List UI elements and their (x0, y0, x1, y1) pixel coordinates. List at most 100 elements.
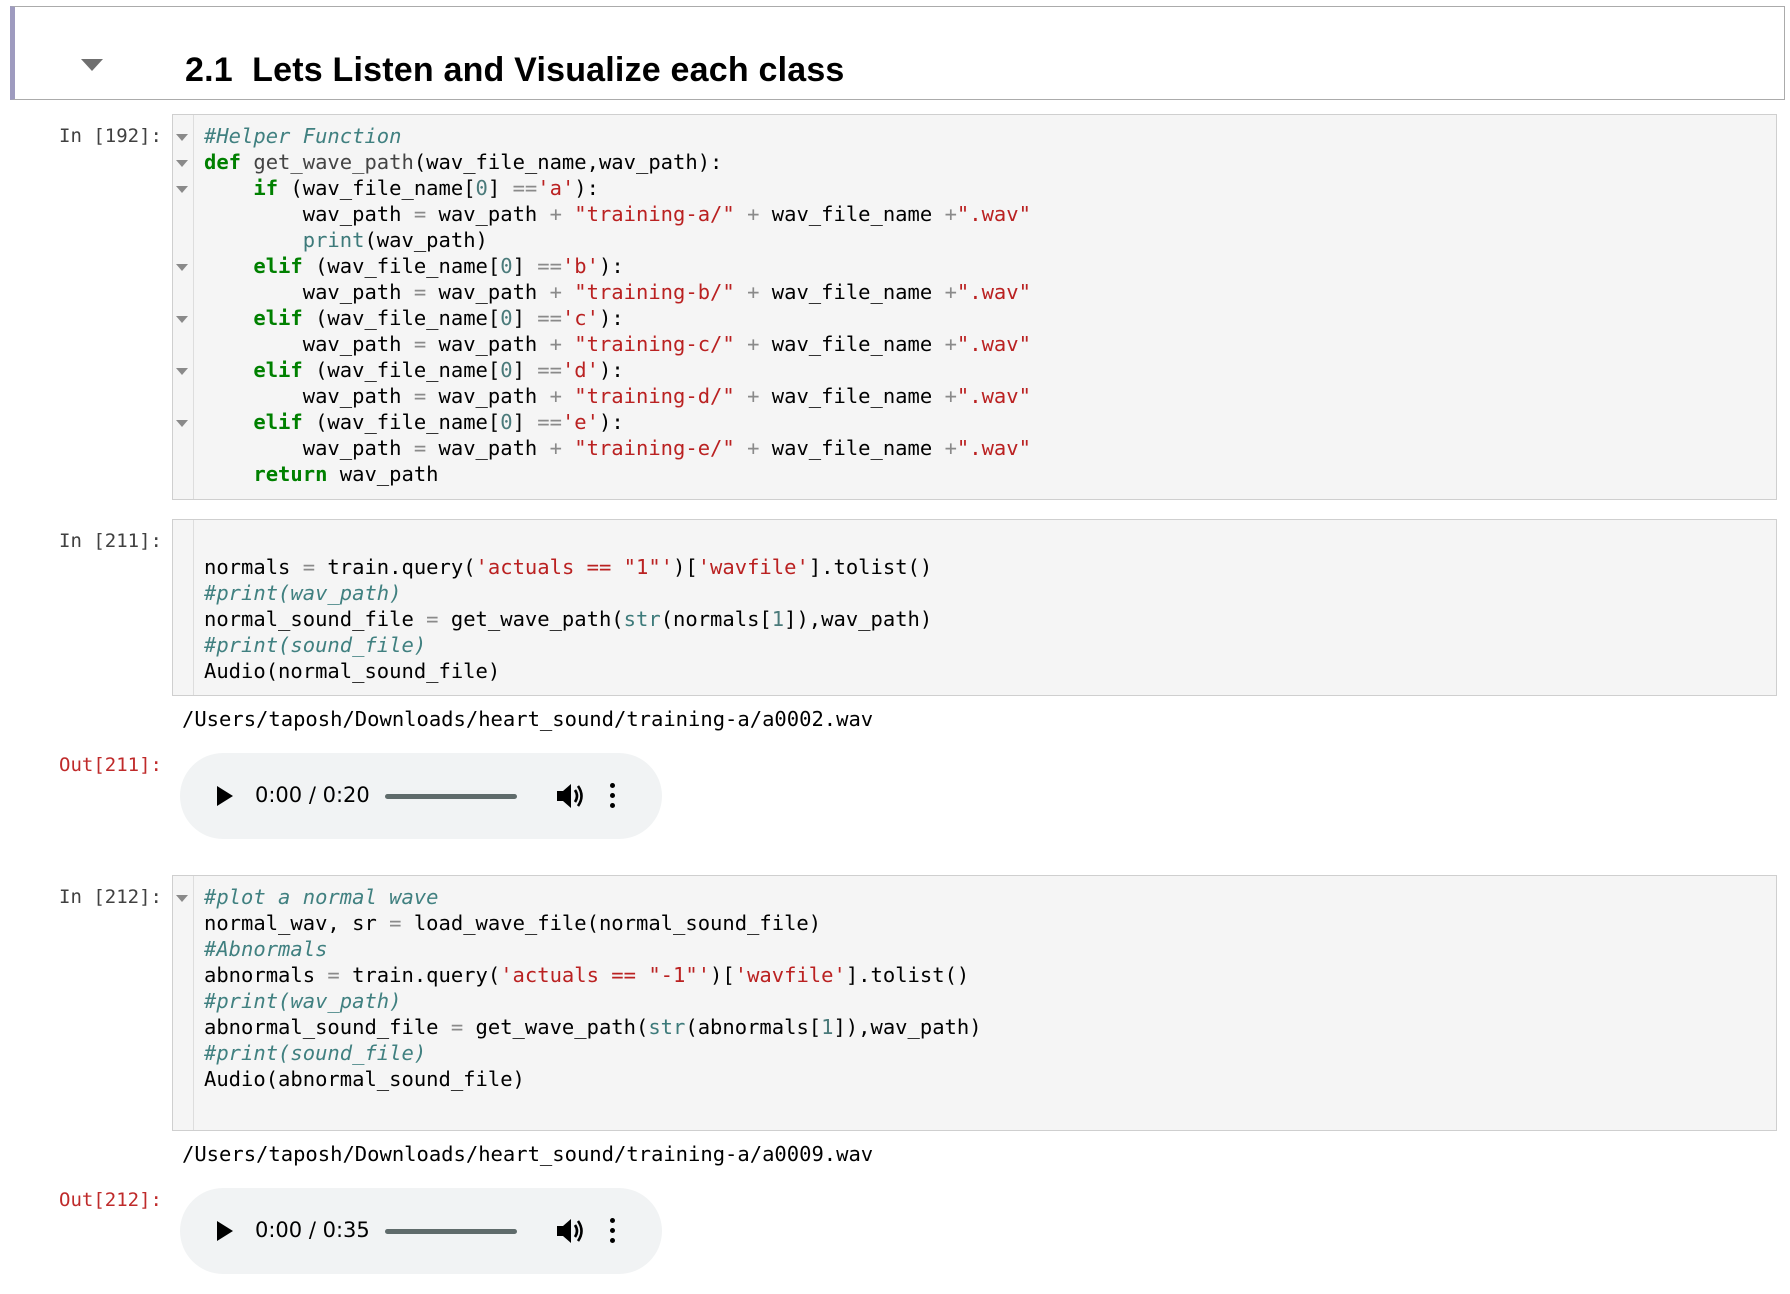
code-token: "training-a/" (574, 202, 735, 226)
code-token: wav_path (426, 384, 550, 408)
code-token: (wav_file_name[ (302, 410, 501, 434)
code-line: normals = train.query('actuals == "1"')[… (204, 554, 932, 580)
section-title: 2.1 Lets Listen and Visualize each class (185, 51, 845, 89)
code-token: "training-b/" (574, 280, 735, 304)
fold-arrow-icon[interactable] (176, 895, 188, 902)
seek-bar[interactable] (385, 1229, 517, 1234)
code-editor[interactable]: normals = train.query('actuals == "1"')[… (204, 528, 932, 684)
audio-player[interactable]: 0:00 / 0:20 (180, 753, 662, 839)
markdown-header-cell[interactable]: 2.1 Lets Listen and Visualize each class (10, 6, 1785, 100)
code-cell-192[interactable]: #Helper Function def get_wave_path(wav_fi… (172, 114, 1777, 500)
code-token: elif (253, 254, 303, 278)
code-token: (wav_file_name[ (302, 254, 501, 278)
code-token: ): (598, 306, 624, 330)
code-token: + (747, 202, 760, 226)
code-token: str (623, 607, 661, 631)
input-prompt: In [212]: (59, 886, 162, 908)
fold-arrow-icon[interactable] (176, 368, 188, 375)
code-token: 'actuals == "-1"' (500, 963, 711, 987)
code-token: + (549, 384, 562, 408)
code-token: str (648, 1015, 686, 1039)
code-token: + (944, 202, 957, 226)
volume-icon[interactable] (555, 782, 585, 810)
output-prompt: Out[212]: (59, 1189, 162, 1211)
code-token: wav_file_name (759, 436, 945, 460)
code-token: == (537, 410, 562, 434)
code-cell-211[interactable]: normals = train.query('actuals == "1"')[… (172, 519, 1777, 696)
code-token: + (549, 280, 562, 304)
code-token: #plot a normal wave (204, 885, 439, 909)
code-editor[interactable]: #Helper Function def get_wave_path(wav_fi… (204, 123, 1031, 487)
code-token: (wav_file_name,wav_path): (413, 150, 723, 174)
code-line: wav_path = wav_path + "training-b/" + wa… (204, 279, 1031, 305)
more-vertical-icon[interactable] (609, 1218, 617, 1244)
code-token: #print(sound_file) (204, 1041, 427, 1065)
code-token: ] (512, 410, 538, 434)
fold-gutter (173, 520, 194, 695)
code-token: wav_path (426, 202, 550, 226)
seek-bar[interactable] (385, 794, 517, 799)
code-token: ] (512, 306, 538, 330)
code-token: def (204, 150, 242, 174)
audio-player[interactable]: 0:00 / 0:35 (180, 1188, 662, 1274)
code-token: 0 (500, 306, 513, 330)
code-token: 1 (771, 607, 785, 631)
code-token: get_wave_path (241, 150, 414, 174)
code-token: "training-e/" (574, 436, 735, 460)
code-token: = (413, 332, 427, 356)
code-cell-212[interactable]: #plot a normal wave normal_wav, sr = load… (172, 875, 1777, 1131)
code-editor[interactable]: #plot a normal wave normal_wav, sr = load… (204, 884, 982, 1092)
fold-arrow-icon[interactable] (176, 316, 188, 323)
code-line: abnormal_sound_file = get_wave_path(str(… (204, 1014, 982, 1040)
code-line: normal_wav, sr = load_wave_file(normal_s… (204, 910, 982, 936)
code-token: = (426, 607, 439, 631)
code-token: ].tolist() (845, 963, 970, 987)
code-line: print(wav_path) (204, 227, 1031, 253)
code-token: elif (253, 358, 303, 382)
code-token: = (450, 1015, 464, 1039)
code-token: wav_file_name (759, 384, 945, 408)
code-token: ] (512, 254, 538, 278)
code-token: ] (512, 358, 538, 382)
fold-arrow-icon[interactable] (176, 420, 188, 427)
code-token: ): (598, 410, 624, 434)
code-token: + (747, 436, 760, 460)
code-token: == (537, 306, 562, 330)
play-icon[interactable] (217, 1221, 233, 1241)
code-token: wav_path (204, 202, 414, 226)
code-line: return wav_path (204, 461, 1031, 487)
code-line: elif (wav_file_name[0] =='c'): (204, 305, 1031, 331)
code-token: ]),wav_path) (784, 607, 933, 631)
code-line: #plot a normal wave (204, 884, 982, 910)
code-token: + (549, 332, 562, 356)
code-line: normal_sound_file = get_wave_path(str(no… (204, 606, 932, 632)
code-line: def get_wave_path(wav_file_name,wav_path… (204, 149, 1031, 175)
play-icon[interactable] (217, 786, 233, 806)
fold-arrow-icon[interactable] (176, 134, 188, 141)
collapse-caret-icon[interactable] (81, 59, 103, 71)
code-token: 'd' (561, 358, 599, 382)
code-token: + (747, 332, 760, 356)
fold-arrow-icon[interactable] (176, 264, 188, 271)
code-token: ".wav" (956, 202, 1031, 226)
code-token: Audio(normal_sound_file) (204, 659, 501, 683)
code-token: (abnormals[ (685, 1015, 822, 1039)
code-token: Audio(abnormal_sound_file) (204, 1067, 525, 1091)
fold-arrow-icon[interactable] (176, 186, 188, 193)
more-vertical-icon[interactable] (609, 783, 617, 809)
code-token: #print(sound_file) (204, 633, 427, 657)
volume-icon[interactable] (555, 1217, 585, 1245)
code-token: wav_file_name (759, 202, 945, 226)
code-token: ]),wav_path) (833, 1015, 982, 1039)
code-token: 0 (500, 358, 513, 382)
fold-arrow-icon[interactable] (176, 160, 188, 167)
